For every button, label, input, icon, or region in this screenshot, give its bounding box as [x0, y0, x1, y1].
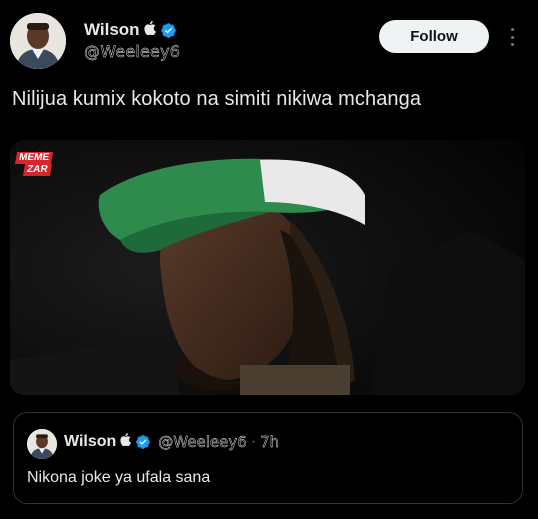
author-name-row[interactable]: Wilson	[84, 20, 177, 40]
more-vertical-icon[interactable]	[505, 24, 519, 50]
separator-dot: ·	[250, 433, 257, 450]
author-display-name[interactable]: Wilson	[84, 20, 140, 40]
quoted-avatar-image	[27, 429, 57, 459]
post-text: Nilijua kumix kokoto na simiti nikiwa mc…	[12, 88, 422, 110]
post-header: Wilson @Weeleey6 Follow	[0, 0, 538, 80]
quoted-avatar[interactable]	[27, 429, 57, 459]
quoted-timestamp[interactable]: 7h	[260, 433, 279, 451]
verified-badge-icon	[160, 22, 177, 39]
watermark-line1: MEME	[14, 152, 54, 164]
verified-badge-icon	[135, 434, 152, 451]
avatar[interactable]	[10, 13, 66, 69]
avatar-image	[10, 13, 66, 69]
media-image	[10, 140, 525, 395]
quoted-text: Nikona joke ya ufala sana	[27, 469, 211, 486]
quoted-display-name[interactable]: Wilson	[64, 433, 116, 451]
watermark-logo: MEME ZAR	[14, 152, 62, 180]
post-media[interactable]: MEME ZAR	[10, 140, 525, 395]
watermark-line2: ZAR	[22, 164, 52, 176]
apple-icon	[120, 433, 132, 451]
quoted-post[interactable]: Wilson @Weeleey6 · 7h Nikona joke ya ufa…	[13, 412, 523, 504]
author-handle[interactable]: @Weeleey6	[84, 42, 180, 61]
follow-button[interactable]: Follow	[379, 20, 489, 53]
apple-icon	[143, 20, 156, 40]
quoted-handle[interactable]: @Weeleey6	[158, 433, 247, 451]
quoted-header: Wilson @Weeleey6 · 7h	[64, 433, 279, 451]
